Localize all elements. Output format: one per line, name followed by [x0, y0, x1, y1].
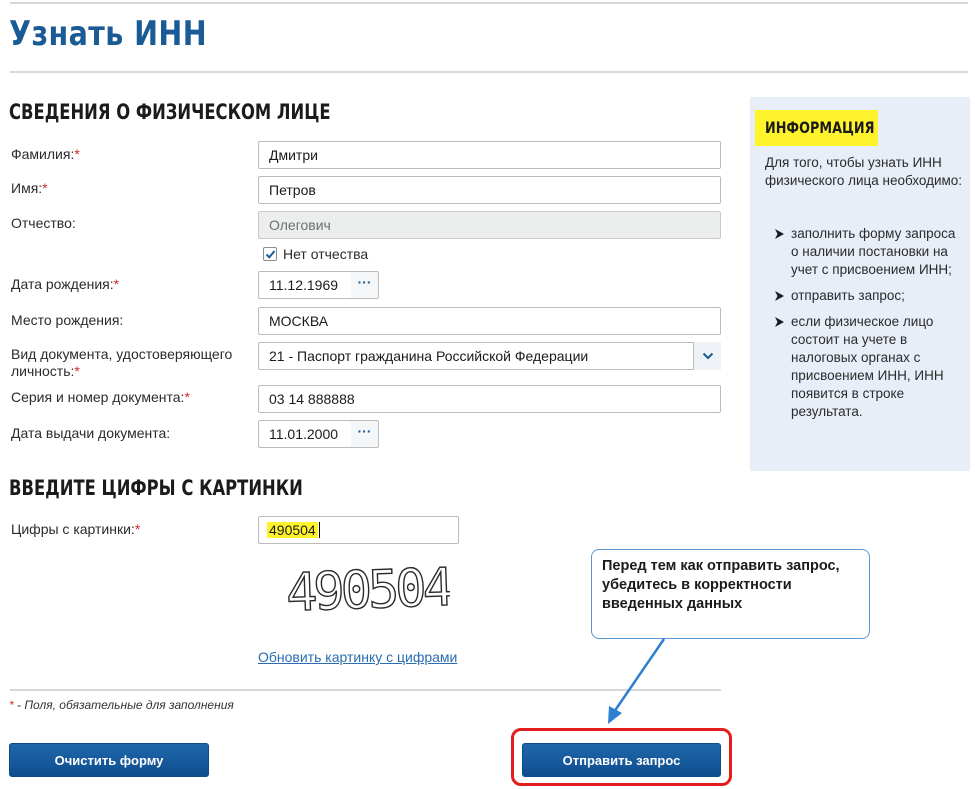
chevron-down-icon	[702, 352, 714, 360]
name-label: Имя:*	[11, 180, 48, 196]
captcha-section-heading: ВВЕДИТЕ ЦИФРЫ С КАРТИНКИ	[9, 476, 303, 500]
arrow-right-icon	[775, 291, 784, 301]
doc-type-label: Вид документа, удостоверяющего личность:…	[11, 346, 233, 379]
captcha-label: Цифры с картинки:*	[11, 521, 141, 537]
arrow-right-icon	[775, 317, 784, 327]
checkmark-icon	[265, 250, 276, 259]
birth-date-field[interactable]: 11.12.1969	[258, 271, 352, 299]
text-caret	[318, 522, 320, 538]
birth-place-label: Место рождения:	[11, 312, 124, 328]
page-title: Узнать ИНН	[9, 14, 208, 54]
doc-type-dropdown-button[interactable]	[693, 342, 721, 370]
surname-field[interactable]: Дмитри	[258, 141, 721, 169]
captcha-value: 490504	[267, 522, 318, 538]
captcha-image: 490504	[284, 558, 450, 620]
info-title: ИНФОРМАЦИЯ	[755, 110, 878, 146]
doc-number-field[interactable]: 03 14 888888	[258, 385, 721, 413]
required-footnote: * - Поля, обязательные для заполнения	[9, 698, 234, 712]
no-patronymic-label[interactable]: Нет отчества	[283, 246, 368, 262]
surname-label: Фамилия:*	[11, 146, 80, 162]
doc-type-select[interactable]: 21 - Паспорт гражданина Российской Федер…	[258, 342, 721, 370]
title-divider	[10, 71, 968, 73]
birth-place-field[interactable]: МОСКВА	[258, 307, 721, 335]
submit-highlight-frame	[511, 728, 732, 786]
info-item: отправить запрос;	[775, 287, 965, 305]
captcha-digits: 490504	[285, 558, 450, 620]
info-item: заполнить форму запроса о наличии постан…	[775, 225, 965, 279]
top-divider	[10, 2, 968, 4]
clear-form-button[interactable]: Очистить форму	[9, 743, 209, 777]
birth-date-picker-button[interactable]: ···	[351, 271, 379, 299]
captcha-field[interactable]: 490504	[258, 516, 459, 544]
patronymic-label: Отчество:	[11, 215, 76, 231]
info-item: если физическое лицо состоит на учете в …	[775, 313, 965, 421]
name-field[interactable]: Петров	[258, 176, 721, 204]
callout-text: Перед тем как отправить запрос, убедитес…	[602, 558, 840, 612]
issue-date-field[interactable]: 11.01.2000	[258, 420, 352, 448]
refresh-captcha-link[interactable]: Обновить картинку с цифрами	[258, 649, 457, 665]
info-intro: Для того, чтобы узнать ИНН физического л…	[765, 155, 963, 188]
no-patronymic-checkbox[interactable]	[263, 247, 277, 261]
info-list: заполнить форму запроса о наличии постан…	[775, 225, 965, 429]
person-section-heading: СВЕДЕНИЯ О ФИЗИЧЕСКОМ ЛИЦЕ	[9, 100, 331, 124]
callout-arrow-icon	[608, 638, 666, 724]
birth-date-label: Дата рождения:*	[11, 276, 120, 292]
doc-number-label: Серия и номер документа:*	[11, 389, 190, 405]
issue-date-picker-button[interactable]: ···	[351, 420, 379, 448]
patronymic-field: Олегович	[258, 211, 721, 239]
issue-date-label: Дата выдачи документа:	[11, 425, 171, 441]
arrow-right-icon	[775, 229, 784, 239]
